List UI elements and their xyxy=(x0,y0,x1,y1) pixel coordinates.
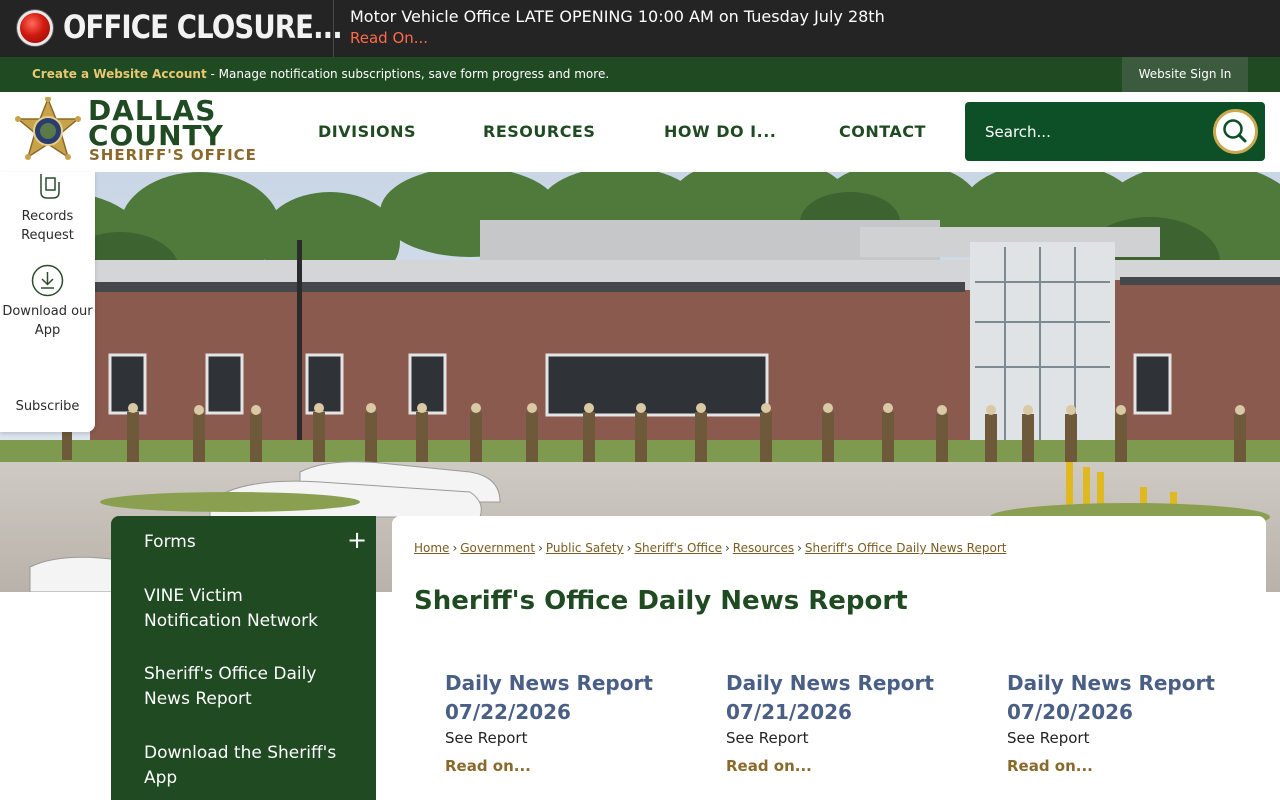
news-card: Daily News Report 07/20/2026 See Report … xyxy=(1007,669,1247,775)
breadcrumb-home[interactable]: Home xyxy=(414,541,449,555)
breadcrumb-daily-news-report[interactable]: Sheriff's Office Daily News Report xyxy=(805,541,1007,555)
alert-bar: OFFICE CLOSURE... Motor Vehicle Office L… xyxy=(0,0,1280,57)
breadcrumb-separator: › xyxy=(626,541,632,555)
quick-links-panel: Records Request Download our App Subscri… xyxy=(0,172,95,432)
account-description: - Manage notification subscriptions, sav… xyxy=(206,67,610,81)
side-nav: Forms + VINE Victim Notification Network… xyxy=(111,516,376,800)
nav-divisions[interactable]: DIVISIONS xyxy=(318,122,416,141)
side-nav-daily-news[interactable]: Sheriff's Office Daily News Report xyxy=(144,662,344,712)
news-card-read-on-link[interactable]: Read on... xyxy=(445,757,685,775)
breadcrumb-resources[interactable]: Resources xyxy=(733,541,794,555)
side-nav-vine[interactable]: VINE Victim Notification Network xyxy=(144,584,344,634)
account-message: Create a Website Account - Manage notifi… xyxy=(32,67,609,81)
quick-link-download-app[interactable]: Download our App xyxy=(0,302,95,340)
expand-plus-icon[interactable]: + xyxy=(347,526,367,554)
records-request-icon[interactable] xyxy=(31,172,64,205)
news-card-description: See Report xyxy=(445,729,528,747)
create-account-link[interactable]: Create a Website Account xyxy=(32,67,207,81)
logo-text-sheriffs-office: SHERIFF'S OFFICE xyxy=(89,146,257,164)
news-card-title[interactable]: Daily News Report 07/20/2026 xyxy=(1007,669,1247,727)
news-card: Daily News Report 07/22/2026 See Report … xyxy=(445,669,685,775)
news-card: Daily News Report 07/21/2026 See Report … xyxy=(726,669,966,775)
breadcrumb: Home › Government › Public Safety › Sheriff's … xyxy=(414,541,1006,555)
news-card-title[interactable]: Daily News Report 07/21/2026 xyxy=(726,669,966,727)
breadcrumb-sheriffs-office[interactable]: Sheriff's Office xyxy=(634,541,722,555)
main-content: Home › Government › Public Safety › Sheriff's … xyxy=(392,516,1266,800)
header: DALLAS COUNTY SHERIFF'S OFFICE DIVISIONS… xyxy=(0,92,1280,172)
news-card-description: See Report xyxy=(726,729,809,747)
search-box xyxy=(965,102,1265,161)
breadcrumb-separator: › xyxy=(724,541,730,555)
quick-link-subscribe[interactable]: Subscribe xyxy=(0,397,95,416)
news-card-read-on-link[interactable]: Read on... xyxy=(1007,757,1247,775)
website-sign-in-button[interactable]: Website Sign In xyxy=(1122,57,1248,92)
breadcrumb-separator: › xyxy=(797,541,802,555)
alert-divider xyxy=(333,0,334,57)
search-icon xyxy=(1223,119,1247,143)
search-input[interactable] xyxy=(975,112,1175,151)
search-button[interactable] xyxy=(1213,109,1258,154)
breadcrumb-separator: › xyxy=(452,541,458,555)
nav-resources[interactable]: RESOURCES xyxy=(483,122,595,141)
breadcrumb-separator: › xyxy=(538,541,543,555)
alert-read-on-link[interactable]: Read On... xyxy=(350,29,428,47)
alert-icon xyxy=(17,10,53,46)
account-bar: Create a Website Account - Manage notifi… xyxy=(0,57,1280,92)
side-nav-download-app[interactable]: Download the Sheriff's App xyxy=(144,741,344,791)
news-card-description: See Report xyxy=(1007,729,1090,747)
nav-contact[interactable]: CONTACT xyxy=(839,122,926,141)
breadcrumb-public-safety[interactable]: Public Safety xyxy=(546,541,624,555)
alert-title[interactable]: OFFICE CLOSURE... xyxy=(63,8,343,46)
alert-message: Motor Vehicle Office LATE OPENING 10:00 … xyxy=(350,7,885,26)
nav-how-do-i[interactable]: HOW DO I... xyxy=(664,122,776,141)
quick-link-records-request[interactable]: Records Request xyxy=(0,207,95,245)
side-nav-forms[interactable]: Forms xyxy=(144,530,344,555)
page-title: Sheriff's Office Daily News Report xyxy=(414,586,908,616)
sheriff-star-logo-icon[interactable] xyxy=(14,97,82,165)
news-card-read-on-link[interactable]: Read on... xyxy=(726,757,966,775)
news-card-title[interactable]: Daily News Report 07/22/2026 xyxy=(445,669,685,727)
download-icon[interactable] xyxy=(31,264,64,297)
breadcrumb-government[interactable]: Government xyxy=(460,541,535,555)
